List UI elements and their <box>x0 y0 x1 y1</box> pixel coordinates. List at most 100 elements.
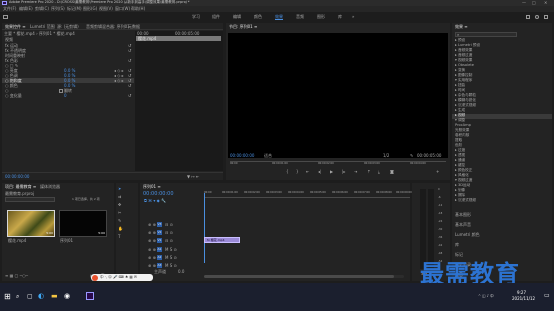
workspace-effects[interactable]: 效果 <box>275 15 283 20</box>
go-to-out-icon[interactable]: ⇥ <box>354 170 357 174</box>
menu-help[interactable]: 帮助(H) <box>131 7 145 11</box>
program-monitor-title[interactable]: 节目: 序列01 ≡ <box>229 25 257 29</box>
workspace-graphics[interactable]: 图形 <box>317 15 325 19</box>
effect-controls-timecode[interactable]: 00:00:00:00 <box>5 175 29 179</box>
maximize-button[interactable]: □ <box>532 1 536 5</box>
taskbar-date[interactable]: 2021/11/12 <box>512 297 535 301</box>
workspace-libraries[interactable]: 库 <box>338 15 342 19</box>
tab-source[interactable]: 源: (无剪辑) <box>57 25 79 29</box>
step-back-icon[interactable]: ◂| <box>318 170 321 174</box>
tab-lumetri-scopes[interactable]: Lumetri 范围 <box>30 25 55 29</box>
ime-toolbar[interactable]: 中 ·, ☺ 🎤 ⌨ ♠ ▦ ✉ <box>91 274 153 281</box>
minimize-button[interactable]: — <box>522 1 526 5</box>
ime-icons[interactable]: 中 ·, ☺ 🎤 ⌨ ♠ ▦ ✉ <box>100 275 137 280</box>
type-tool-icon[interactable]: T <box>118 235 120 239</box>
menu-view[interactable]: 视图(V) <box>99 7 113 11</box>
timeline-clip[interactable]: fx 樱花.mp4 <box>204 237 240 243</box>
menu-window[interactable]: 窗口(W) <box>115 7 130 11</box>
playhead[interactable] <box>204 193 205 263</box>
search-icon[interactable] <box>535 15 539 19</box>
folder-icon[interactable]: ▬ <box>51 293 58 300</box>
timeline-timecode[interactable]: 00:00:00:00 <box>143 192 174 197</box>
menu-file[interactable]: 文件(F) <box>3 7 16 11</box>
effect-row[interactable]: ○ 变化量 0 ↺ <box>2 93 134 98</box>
razor-tool-icon[interactable]: ✂ <box>118 211 121 215</box>
selection-tool-icon[interactable]: ➤ <box>118 187 121 191</box>
effects-panel-title[interactable]: 效果 ≡ <box>455 25 468 29</box>
premiere-taskbar-icon[interactable] <box>86 292 94 300</box>
effects-search-icon[interactable]: ⌕ <box>457 33 459 37</box>
tab-audio-mixer[interactable]: 音频剪辑混合器: 序列01 <box>86 25 130 29</box>
ripple-edit-tool-icon[interactable]: ✥ <box>118 203 121 207</box>
lift-icon[interactable]: ⤒ <box>368 170 370 174</box>
track-header[interactable]: ⊕ ⊕ V3 ⊟ ⊙ <box>148 221 204 228</box>
search-taskbar-icon[interactable]: ⌕ <box>16 294 19 300</box>
play-icon[interactable]: ▶ <box>330 170 333 174</box>
list-view-icon[interactable]: ≡ ▦ ▢ ─○─ <box>5 274 28 278</box>
workspace-audio[interactable]: 音频 <box>296 15 304 19</box>
media-icon[interactable]: ◉ <box>64 293 70 300</box>
master-track-value[interactable]: 0.0 <box>178 270 184 274</box>
edge-icon[interactable]: ◐ <box>38 293 44 300</box>
filter-icon[interactable]: ▼ ↦ ⇤ <box>187 175 199 179</box>
link-essential-sound[interactable]: 基本声音 <box>455 223 471 227</box>
notification-center-icon[interactable]: ▭ <box>544 293 550 299</box>
extract-icon[interactable]: ⤓ <box>378 170 380 174</box>
workspace-color[interactable]: 颜色 <box>254 15 262 19</box>
project-item[interactable]: 5:00 <box>59 210 107 237</box>
mark-out-icon[interactable]: } <box>296 170 299 174</box>
close-button[interactable]: ✕ <box>544 1 547 5</box>
menu-clip[interactable]: 剪辑(C) <box>35 7 49 11</box>
camera-icon[interactable]: ◙ <box>390 170 394 174</box>
tab-project[interactable]: 项目: 最需教育 ≡ <box>5 185 36 189</box>
menu-marker[interactable]: 标记(M) <box>67 7 82 11</box>
wrench-icon[interactable]: ✎ <box>410 154 413 158</box>
notification-icon[interactable] <box>544 15 548 19</box>
taskbar-time[interactable]: 9:27 <box>517 291 526 295</box>
tab-media-browser[interactable]: 媒体浏览器 <box>40 185 60 189</box>
workspace-more[interactable]: » <box>352 15 354 19</box>
effects-search-input[interactable] <box>455 32 517 37</box>
program-timecode-left[interactable]: 00:00:00:00 <box>230 154 254 158</box>
link-libraries[interactable]: 库 <box>455 243 459 247</box>
menu-edit[interactable]: 编辑(E) <box>19 7 33 11</box>
workspace-editing[interactable]: 编辑 <box>233 15 241 19</box>
resolution-dropdown[interactable]: 1/2 <box>383 154 389 158</box>
timeline-tools-icons[interactable]: ⧉ ⌘ ▾ ◆ 🔧 <box>144 199 166 203</box>
track-select-tool-icon[interactable]: ⇉ <box>118 195 121 199</box>
pen-tool-icon[interactable]: ✎ <box>118 219 121 223</box>
hand-tool-icon[interactable]: ✋ <box>118 227 123 231</box>
start-icon[interactable]: ⊞ <box>4 293 11 301</box>
track-header[interactable]: ⊕ ⊕ V2 ⊟ ⊙ <box>148 229 204 236</box>
project-search-input[interactable] <box>5 197 55 202</box>
step-forward-icon[interactable]: |▸ <box>342 170 345 174</box>
track-header[interactable]: ⊕ ⊕ V1 ⊟ ⊙ <box>148 237 204 244</box>
menu-graphics[interactable]: 图形(G) <box>83 7 97 11</box>
track-header[interactable]: ⊕ ⊕ A3 M S ⊙ <box>148 262 204 269</box>
plus-icon[interactable]: + <box>436 170 439 174</box>
track-header[interactable]: ⊕ ⊕ A2 M S ⊙ <box>148 254 204 261</box>
taskview-icon[interactable]: ▢ <box>27 294 33 300</box>
link-lumetri-color[interactable]: Lumetri 颜色 <box>455 233 480 237</box>
workspace-learn[interactable]: 学习 <box>192 15 200 19</box>
effects-tree-item[interactable]: ▸ 沉浸式视频 <box>455 198 480 204</box>
fit-dropdown[interactable]: 适合 <box>264 154 272 158</box>
go-to-in-icon[interactable]: ⇤ <box>306 170 309 174</box>
project-item[interactable]: 5:00 <box>7 210 55 237</box>
tab-metadata[interactable]: 元数据 <box>128 25 140 29</box>
workspace-assembly[interactable]: 组件 <box>212 15 220 19</box>
timeline-title[interactable]: 序列01 ≡ <box>143 185 161 189</box>
mark-in-icon[interactable]: { <box>286 170 289 174</box>
menu-sequence[interactable]: 序列(S) <box>51 7 65 11</box>
checkbox-icon[interactable] <box>59 88 63 93</box>
program-ruler[interactable]: 00:00 00:00:01:00 00:00:02:00 00:00:03:0… <box>230 161 446 165</box>
timeline-scrollbar[interactable] <box>204 275 404 278</box>
home-icon[interactable] <box>3 15 8 19</box>
mini-clip-bar[interactable]: 樱花.mp4 <box>136 36 221 41</box>
timeline-ruler[interactable]: 00:00 00:00:01:00 00:00:02:00 00:00:03:0… <box>204 191 412 198</box>
track-header[interactable]: ⊕ ⊕ A1 M S ⊙ <box>148 246 204 253</box>
link-markers[interactable]: 标记 <box>455 253 463 257</box>
share-icon[interactable] <box>526 15 530 19</box>
tab-effect-controls[interactable]: 效果控件 ≡ <box>5 25 26 29</box>
program-video-canvas[interactable] <box>228 33 448 158</box>
